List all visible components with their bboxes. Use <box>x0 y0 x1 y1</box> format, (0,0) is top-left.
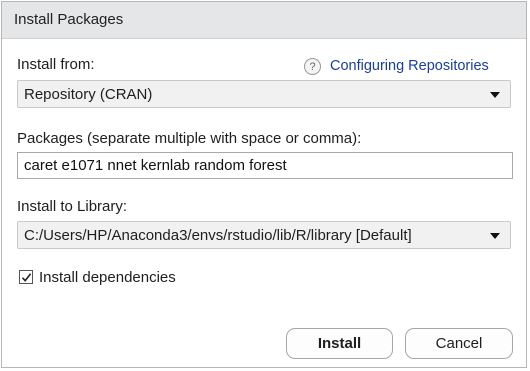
library-select[interactable]: C:/Users/HP/Anaconda3/envs/rstudio/lib/R… <box>17 221 511 249</box>
chevron-down-icon[interactable] <box>490 92 500 98</box>
dialog-title: Install Packages <box>14 11 124 28</box>
install-button[interactable]: Install <box>286 328 393 359</box>
install-to-library-label: Install to Library: <box>17 198 128 215</box>
install-from-value: Repository (CRAN) <box>24 86 153 103</box>
configuring-repositories-link[interactable]: Configuring Repositories <box>330 58 489 74</box>
install-dependencies-label[interactable]: Install dependencies <box>39 269 176 286</box>
packages-input-value[interactable]: caret e1071 nnet kernlab random forest <box>24 157 287 174</box>
dialog-titlebar: Install Packages <box>2 2 526 39</box>
checkmark-icon <box>21 273 32 282</box>
packages-label: Packages (separate multiple with space o… <box>17 130 362 147</box>
install-packages-dialog: Install Packages Install from: ? Configu… <box>1 1 527 368</box>
cancel-button[interactable]: Cancel <box>405 328 513 359</box>
packages-input[interactable]: caret e1071 nnet kernlab random forest <box>17 152 513 179</box>
install-from-label: Install from: <box>17 56 95 73</box>
install-from-select[interactable]: Repository (CRAN) <box>17 80 511 108</box>
question-icon[interactable]: ? <box>304 57 321 75</box>
library-value: C:/Users/HP/Anaconda3/envs/rstudio/lib/R… <box>24 227 412 244</box>
install-dependencies-checkbox[interactable] <box>19 270 33 284</box>
chevron-down-icon[interactable] <box>490 233 500 239</box>
configuring-repositories-help[interactable]: ? Configuring Repositories <box>304 55 489 77</box>
